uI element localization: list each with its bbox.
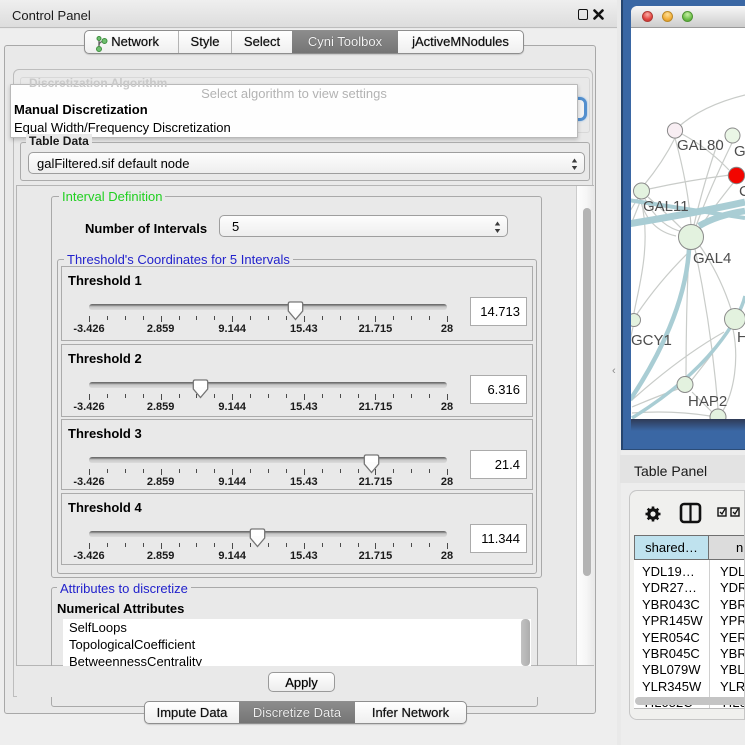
- svg-text:GCY1: GCY1: [631, 332, 672, 349]
- svg-text:H: H: [737, 329, 745, 346]
- svg-text:GAL4: GAL4: [693, 250, 731, 267]
- svg-text:HAP2: HAP2: [688, 393, 727, 410]
- svg-text:GAL11: GAL11: [643, 198, 689, 215]
- svg-text:C: C: [739, 183, 745, 200]
- svg-text:GAL80: GAL80: [677, 137, 724, 154]
- svg-text:GA: GA: [734, 143, 745, 160]
